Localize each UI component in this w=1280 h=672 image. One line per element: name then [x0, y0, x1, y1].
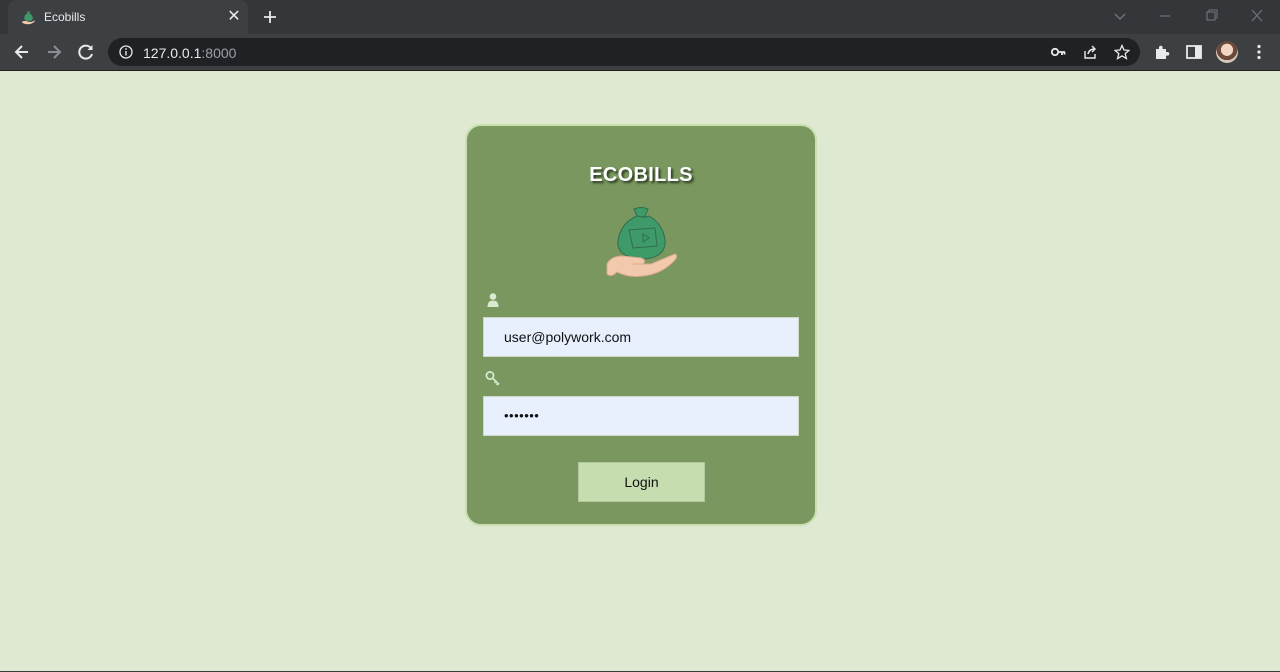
- minimize-icon[interactable]: [1153, 5, 1177, 27]
- url-text: 127.0.0.1:8000: [143, 45, 236, 61]
- close-tab-icon[interactable]: ✕: [226, 9, 242, 25]
- user-icon: [487, 293, 499, 307]
- login-card: ECOBILLS user@polywork.com ••••••• Login: [465, 124, 817, 526]
- profile-avatar[interactable]: [1216, 41, 1238, 63]
- password-field[interactable]: •••••••: [483, 396, 799, 436]
- email-field[interactable]: user@polywork.com: [483, 317, 799, 357]
- tab-strip: Ecobills ✕: [0, 0, 1280, 34]
- tab-title: Ecobills: [44, 10, 86, 24]
- close-window-icon[interactable]: [1245, 5, 1269, 27]
- login-button[interactable]: Login: [578, 462, 705, 502]
- new-tab-icon[interactable]: [260, 7, 280, 27]
- money-bag-hand-icon: [606, 207, 678, 277]
- url-port: :8000: [201, 45, 237, 61]
- url-host: 127.0.0.1: [143, 45, 202, 61]
- back-icon[interactable]: [12, 42, 32, 62]
- browser-toolbar: 127.0.0.1:8000: [0, 34, 1280, 70]
- more-menu-icon[interactable]: [1250, 43, 1268, 61]
- address-bar[interactable]: 127.0.0.1:8000: [108, 38, 1140, 66]
- toolbar-divider: [0, 70, 1280, 71]
- restore-icon[interactable]: [1199, 5, 1223, 27]
- side-panel-icon[interactable]: [1185, 43, 1203, 61]
- money-bag-hand-icon: [21, 11, 36, 25]
- key-icon: [485, 371, 500, 386]
- extensions-puzzle-icon[interactable]: [1153, 43, 1171, 61]
- reload-icon[interactable]: [76, 42, 96, 62]
- forward-icon[interactable]: [44, 42, 64, 62]
- brand-title: ECOBILLS: [589, 164, 693, 186]
- share-icon[interactable]: [1082, 44, 1098, 60]
- tab-search-icon[interactable]: [1108, 5, 1132, 27]
- key-icon[interactable]: [1050, 44, 1066, 60]
- bookmark-star-icon[interactable]: [1114, 44, 1130, 60]
- site-info-icon[interactable]: [119, 45, 133, 59]
- browser-tab[interactable]: Ecobills ✕: [8, 0, 248, 34]
